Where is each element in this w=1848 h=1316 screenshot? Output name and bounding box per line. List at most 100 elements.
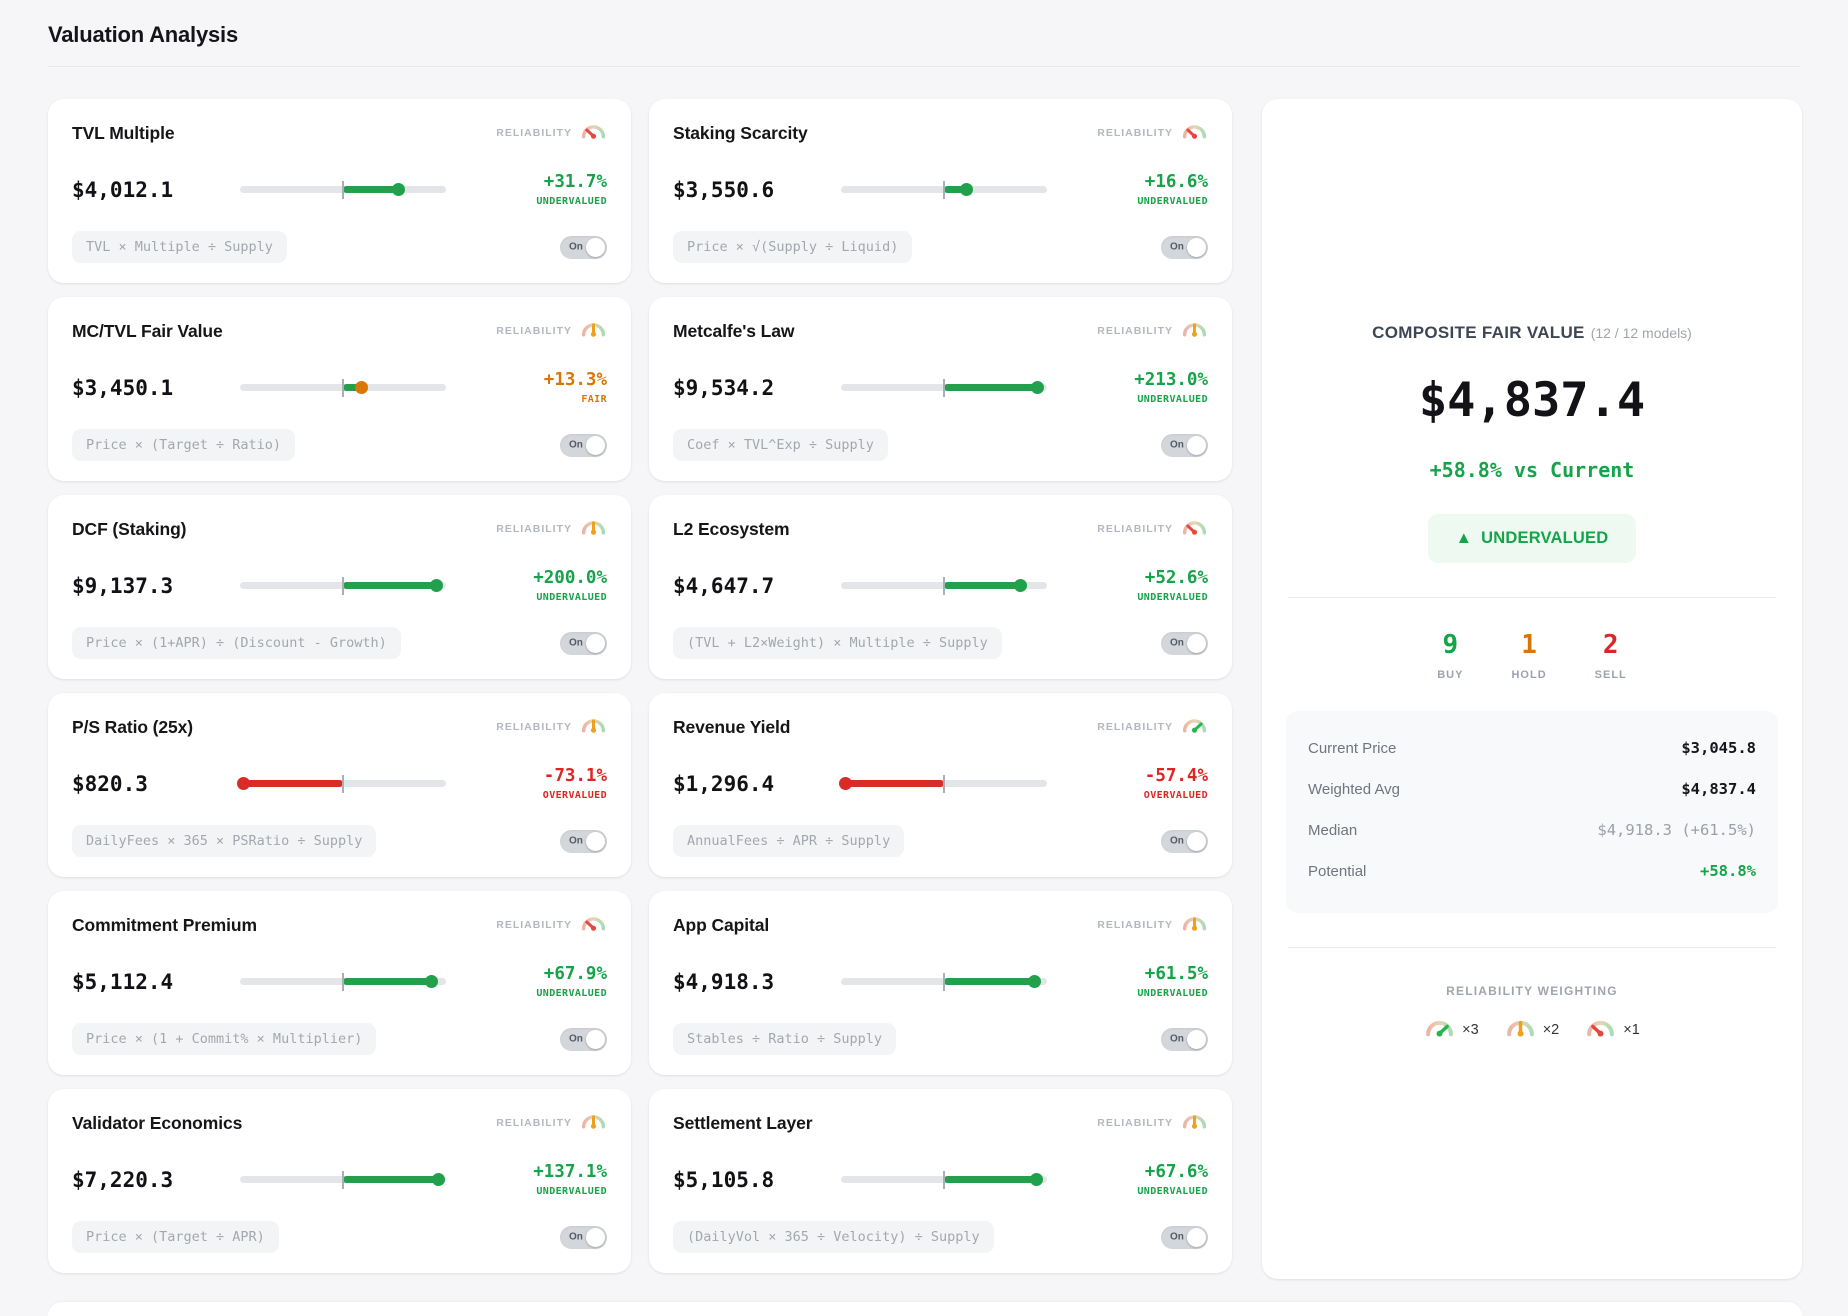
model-toggle[interactable]: On <box>1161 1226 1208 1249</box>
slider-center-tick <box>342 181 344 199</box>
model-toggle[interactable]: On <box>560 632 607 655</box>
next-section-strip <box>48 1302 1802 1316</box>
slider-handle[interactable] <box>839 777 852 790</box>
model-title: Commitment Premium <box>72 915 257 936</box>
model-toggle[interactable]: On <box>560 434 607 457</box>
verdict-label: UNDERVALUED <box>1047 394 1208 405</box>
slider-handle[interactable] <box>237 777 250 790</box>
model-toggle[interactable]: On <box>560 830 607 853</box>
fair-value-slider[interactable] <box>240 180 446 200</box>
toggle-knob[interactable] <box>1187 238 1206 257</box>
toggle-knob[interactable] <box>1187 634 1206 653</box>
fair-value-slider[interactable] <box>240 576 446 596</box>
stat-row-potential: Potential +58.8% <box>1308 862 1756 880</box>
verdict-label: UNDERVALUED <box>1047 1186 1208 1197</box>
stat-label: Median <box>1308 822 1357 839</box>
model-toggle[interactable]: On <box>560 236 607 259</box>
deviation-percent: +137.1% <box>446 1162 607 1182</box>
gauge-icon <box>580 1111 607 1130</box>
fair-value-slider[interactable] <box>841 972 1047 992</box>
formula-chip: Price × (Target ÷ APR) <box>72 1221 279 1253</box>
slider-fill <box>343 582 437 589</box>
gauge-icon <box>580 715 607 734</box>
formula-chip: TVL × Multiple ÷ Supply <box>72 231 287 263</box>
deviation-block: +16.6% UNDERVALUED <box>1047 172 1208 207</box>
reliability-indicator: RELIABILITY <box>1097 319 1208 343</box>
slider-center-tick <box>342 379 344 397</box>
model-toggle[interactable]: On <box>1161 632 1208 655</box>
slider-handle[interactable] <box>355 381 368 394</box>
model-toggle[interactable]: On <box>1161 434 1208 457</box>
toggle-on-label: On <box>1170 1232 1184 1243</box>
stat-value: +58.8% <box>1700 862 1756 880</box>
composite-change: +58.8% vs Current <box>1286 458 1778 482</box>
model-fair-price: $5,105.8 <box>673 1168 841 1192</box>
slider-center-tick <box>943 1171 945 1189</box>
signal-counts: 9 BUY 1 HOLD 2 SELL <box>1286 630 1778 681</box>
hold-count: 1 <box>1511 630 1546 660</box>
fair-value-slider[interactable] <box>841 180 1047 200</box>
slider-center-tick <box>342 1171 344 1189</box>
model-fair-price: $3,550.6 <box>673 178 841 202</box>
reliability-indicator: RELIABILITY <box>1097 715 1208 739</box>
card-bottom-row: DailyFees × 365 × PSRatio ÷ Supply On <box>72 825 607 857</box>
model-toggle[interactable]: On <box>1161 1028 1208 1051</box>
verdict-label: UNDERVALUED <box>1047 592 1208 603</box>
model-toggle[interactable]: On <box>560 1028 607 1051</box>
slider-handle[interactable] <box>425 975 438 988</box>
weighting-mult: ×1 <box>1623 1022 1640 1038</box>
model-card: L2 Ecosystem RELIABILITY $4,647.7 +52.6%… <box>649 495 1232 679</box>
deviation-percent: -57.4% <box>1047 766 1208 786</box>
slider-handle[interactable] <box>432 1173 445 1186</box>
toggle-knob[interactable] <box>1187 436 1206 455</box>
weighting-item-x3: ×3 <box>1424 1016 1479 1043</box>
formula-chip: Stables ÷ Ratio ÷ Supply <box>673 1023 896 1055</box>
fair-value-slider[interactable] <box>240 972 446 992</box>
model-toggle[interactable]: On <box>1161 236 1208 259</box>
slider-center-tick <box>342 973 344 991</box>
deviation-percent: +67.6% <box>1047 1162 1208 1182</box>
slider-handle[interactable] <box>1031 381 1044 394</box>
slider-handle[interactable] <box>1030 1173 1043 1186</box>
model-title: L2 Ecosystem <box>673 519 790 540</box>
reliability-gauge-icon <box>580 517 607 541</box>
model-toggle[interactable]: On <box>1161 830 1208 853</box>
toggle-knob[interactable] <box>586 832 605 851</box>
deviation-block: +213.0% UNDERVALUED <box>1047 370 1208 405</box>
slider-handle[interactable] <box>430 579 443 592</box>
slider-center-tick <box>943 181 945 199</box>
model-fair-price: $4,647.7 <box>673 574 841 598</box>
fair-value-slider[interactable] <box>841 1170 1047 1190</box>
card-bottom-row: (TVL + L2×Weight) × Multiple ÷ Supply On <box>673 627 1208 659</box>
toggle-knob[interactable] <box>1187 832 1206 851</box>
fair-value-slider[interactable] <box>240 1170 446 1190</box>
toggle-knob[interactable] <box>586 1228 605 1247</box>
toggle-knob[interactable] <box>1187 1228 1206 1247</box>
card-bottom-row: Price × (Target ÷ APR) On <box>72 1221 607 1253</box>
slider-handle[interactable] <box>960 183 973 196</box>
reliability-label: RELIABILITY <box>496 1117 572 1129</box>
model-toggle[interactable]: On <box>560 1226 607 1249</box>
model-fair-price: $4,012.1 <box>72 178 240 202</box>
weighting-mult: ×3 <box>1462 1022 1479 1038</box>
fair-value-slider[interactable] <box>240 774 446 794</box>
fair-value-slider[interactable] <box>240 378 446 398</box>
formula-chip: Price × (1+APR) ÷ (Discount - Growth) <box>72 627 401 659</box>
formula-chip: Price × (Target ÷ Ratio) <box>72 429 295 461</box>
slider-handle[interactable] <box>392 183 405 196</box>
fair-value-slider[interactable] <box>841 378 1047 398</box>
fair-value-slider[interactable] <box>841 576 1047 596</box>
toggle-knob[interactable] <box>586 238 605 257</box>
slider-handle[interactable] <box>1028 975 1041 988</box>
slider-handle[interactable] <box>1014 579 1027 592</box>
deviation-percent: +213.0% <box>1047 370 1208 390</box>
toggle-on-label: On <box>569 1034 583 1045</box>
toggle-knob[interactable] <box>1187 1030 1206 1049</box>
toggle-knob[interactable] <box>586 1030 605 1049</box>
model-fair-price: $9,137.3 <box>72 574 240 598</box>
toggle-knob[interactable] <box>586 634 605 653</box>
fair-value-slider[interactable] <box>841 774 1047 794</box>
reliability-label: RELIABILITY <box>496 919 572 931</box>
reliability-weighting-items: ×3 ×2 ×1 <box>1286 1016 1778 1043</box>
toggle-knob[interactable] <box>586 436 605 455</box>
